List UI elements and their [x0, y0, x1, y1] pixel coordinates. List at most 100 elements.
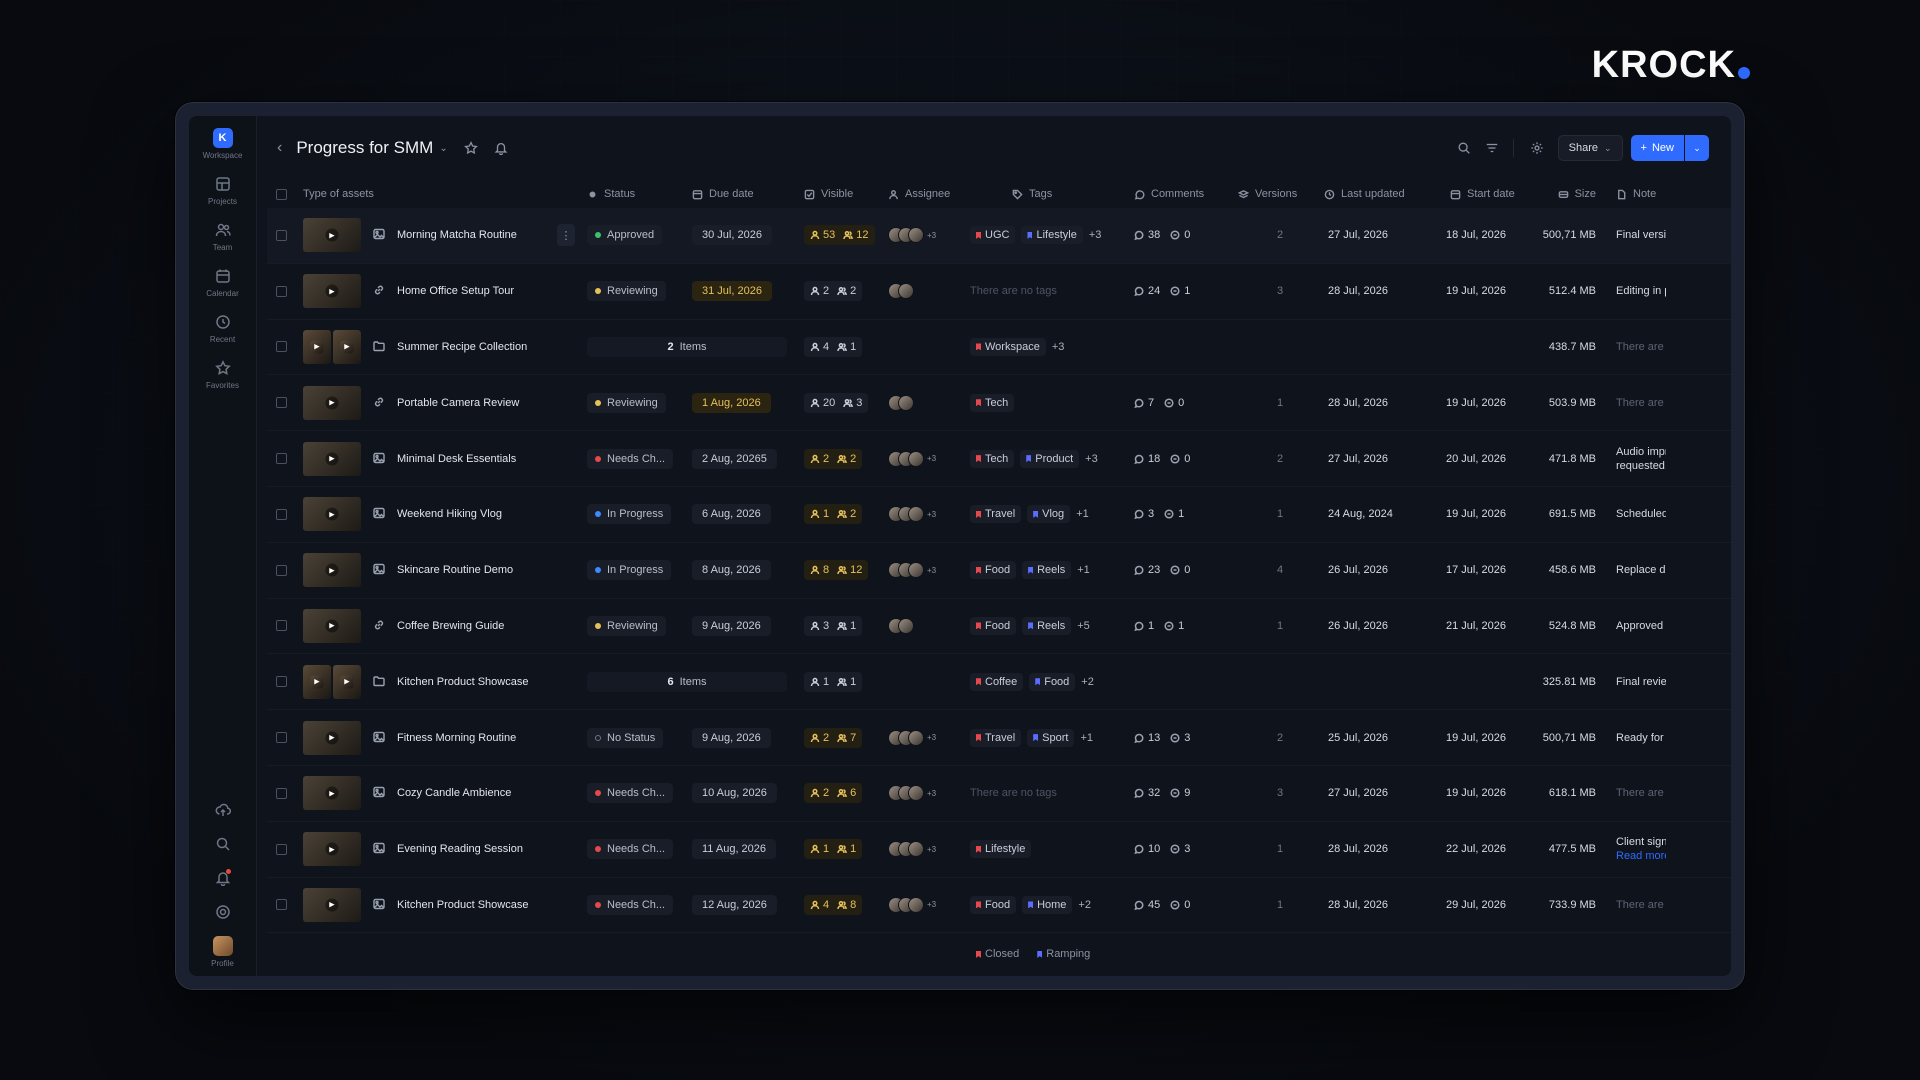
column-header-visible[interactable]: Visible: [804, 188, 888, 200]
table-row[interactable]: ▶ ▶ Summer Recipe Collection 2 Items 4 1 Worksp…: [267, 320, 1731, 376]
status-badge[interactable]: Reviewing: [587, 281, 666, 302]
new-dropdown-button[interactable]: ⌄: [1685, 135, 1709, 161]
due-date[interactable]: 31 Jul, 2026: [692, 281, 772, 302]
thumbnail[interactable]: ▶ ▶: [303, 664, 361, 699]
sidebar-item-projects[interactable]: Projects: [193, 174, 253, 206]
help-icon[interactable]: [213, 902, 233, 922]
comment-counts[interactable]: 32 9: [1134, 787, 1190, 799]
tag[interactable]: Lifestyle: [1021, 226, 1083, 245]
visibility-counts[interactable]: 22: [804, 281, 863, 302]
asset-name[interactable]: Kitchen Product Showcase: [397, 676, 528, 688]
thumbnail[interactable]: ▶: [303, 887, 361, 922]
column-header-note[interactable]: Note: [1596, 188, 1666, 200]
thumbnail[interactable]: ▶: [303, 218, 361, 253]
star-icon[interactable]: [463, 141, 478, 155]
column-header-tags[interactable]: Tags: [970, 188, 1134, 200]
column-header-due[interactable]: Due date: [692, 188, 804, 200]
table-row[interactable]: ▶ Minimal Desk Essentials Needs Ch... 2 Aug…: [267, 431, 1731, 487]
row-checkbox[interactable]: [275, 899, 287, 911]
back-icon[interactable]: ‹: [277, 139, 282, 157]
visibility-counts[interactable]: 31: [804, 615, 863, 636]
visibility-counts[interactable]: 48: [804, 894, 863, 915]
assignee-avatars[interactable]: +3: [888, 506, 936, 523]
comment-counts[interactable]: 10 3: [1134, 843, 1190, 855]
note-text[interactable]: Final versio: [1616, 228, 1666, 242]
share-button[interactable]: Share ⌄: [1557, 135, 1623, 161]
row-checkbox[interactable]: [275, 397, 287, 409]
row-checkbox[interactable]: [275, 787, 287, 799]
thumbnail[interactable]: ▶: [303, 441, 361, 476]
due-date[interactable]: 9 Aug, 2026: [692, 727, 771, 748]
filter-icon[interactable]: [1485, 141, 1499, 155]
assignee-avatars[interactable]: +3: [888, 785, 936, 802]
row-checkbox[interactable]: [275, 508, 287, 520]
comment-counts[interactable]: 11: [1134, 620, 1184, 632]
asset-name[interactable]: Summer Recipe Collection: [397, 341, 527, 353]
comment-counts[interactable]: 24 1: [1134, 285, 1190, 297]
upload-icon[interactable]: [213, 800, 233, 820]
note-text[interactable]: There are n: [1616, 396, 1666, 410]
sidebar-item-calendar[interactable]: Calendar: [193, 266, 253, 298]
row-checkbox[interactable]: [275, 229, 287, 241]
column-header-size[interactable]: Size: [1532, 188, 1596, 200]
note-text[interactable]: Ready for s: [1616, 731, 1666, 745]
tag[interactable]: Sport: [1027, 728, 1075, 747]
table-row[interactable]: ▶ Kitchen Product Showcase Needs Ch... 12 A…: [267, 878, 1731, 934]
table-row[interactable]: ▶ ▶ Kitchen Product Showcase 6 Items 1 1 Coffee…: [267, 654, 1731, 711]
table-row[interactable]: ▶ Weekend Hiking Vlog In Progress 6 Aug, 20…: [267, 487, 1731, 543]
status-badge[interactable]: No Status: [587, 727, 664, 748]
asset-name[interactable]: Home Office Setup Tour: [397, 285, 514, 297]
tag-more-count[interactable]: +2: [1081, 676, 1094, 688]
table-row[interactable]: ▶ Skincare Routine Demo In Progress 8 Aug, …: [267, 543, 1731, 599]
table-row[interactable]: ▶ Portable Camera Review Reviewing 1 Aug, 2…: [267, 375, 1731, 432]
row-checkbox[interactable]: [275, 285, 287, 297]
status-badge[interactable]: Needs Ch...: [587, 448, 674, 469]
due-date[interactable]: 6 Aug, 2026: [692, 504, 771, 525]
visibility-counts[interactable]: 22: [804, 448, 863, 469]
row-checkbox[interactable]: [275, 564, 287, 576]
tag[interactable]: Home: [1022, 895, 1073, 914]
thumbnail[interactable]: ▶: [303, 832, 361, 867]
tag-more-count[interactable]: +5: [1077, 620, 1090, 632]
thumbnail[interactable]: ▶: [303, 385, 361, 420]
note-text[interactable]: Scheduled: [1616, 507, 1666, 521]
row-checkbox[interactable]: [275, 453, 287, 465]
tag[interactable]: Product: [1020, 449, 1080, 468]
status-badge[interactable]: Approved: [587, 225, 663, 246]
tag[interactable]: UGC: [970, 226, 1016, 245]
note-text[interactable]: There are n: [1616, 898, 1666, 912]
asset-name[interactable]: Skincare Routine Demo: [397, 564, 513, 576]
asset-name[interactable]: Weekend Hiking Vlog: [397, 508, 502, 520]
bell-icon[interactable]: [494, 141, 508, 155]
note-text[interactable]: There are n: [1616, 340, 1666, 354]
page-title[interactable]: Progress for SMM: [296, 138, 433, 158]
asset-name[interactable]: Fitness Morning Routine: [397, 732, 516, 744]
comment-counts[interactable]: 45 0: [1134, 899, 1190, 911]
tag[interactable]: Food: [1029, 672, 1076, 691]
assignee-avatars[interactable]: +3: [888, 896, 936, 913]
tag[interactable]: Tech: [970, 449, 1015, 468]
due-date[interactable]: 1 Aug, 2026: [692, 392, 771, 413]
assignee-avatars[interactable]: +3: [888, 729, 936, 746]
visibility-counts[interactable]: 8 12: [804, 560, 869, 581]
tag[interactable]: Reels: [1022, 561, 1072, 580]
visibility-counts[interactable]: 26: [804, 783, 863, 804]
asset-name[interactable]: Coffee Brewing Guide: [397, 620, 504, 632]
due-date[interactable]: 10 Aug, 2026: [692, 783, 777, 804]
tag-more-count[interactable]: +3: [1052, 341, 1065, 353]
row-checkbox[interactable]: [275, 620, 287, 632]
more-options-button[interactable]: ⋮: [557, 224, 575, 247]
visibility-counts[interactable]: 12: [804, 504, 863, 525]
new-button[interactable]: + New: [1630, 135, 1684, 161]
tag[interactable]: Food: [970, 561, 1017, 580]
row-checkbox[interactable]: [275, 676, 287, 688]
comment-counts[interactable]: 38 0: [1134, 229, 1190, 241]
column-header-start[interactable]: Start date: [1432, 188, 1532, 200]
asset-name[interactable]: Morning Matcha Routine: [397, 229, 517, 241]
thumbnail[interactable]: ▶: [303, 720, 361, 755]
tag[interactable]: Tech: [970, 393, 1015, 412]
column-header-assignee[interactable]: Assignee: [888, 188, 970, 200]
visibility-counts[interactable]: 20 3: [804, 392, 869, 413]
sidebar-item-workspace[interactable]: K Workspace: [193, 128, 253, 160]
note-text[interactable]: Audio impr requested.: [1616, 445, 1666, 473]
